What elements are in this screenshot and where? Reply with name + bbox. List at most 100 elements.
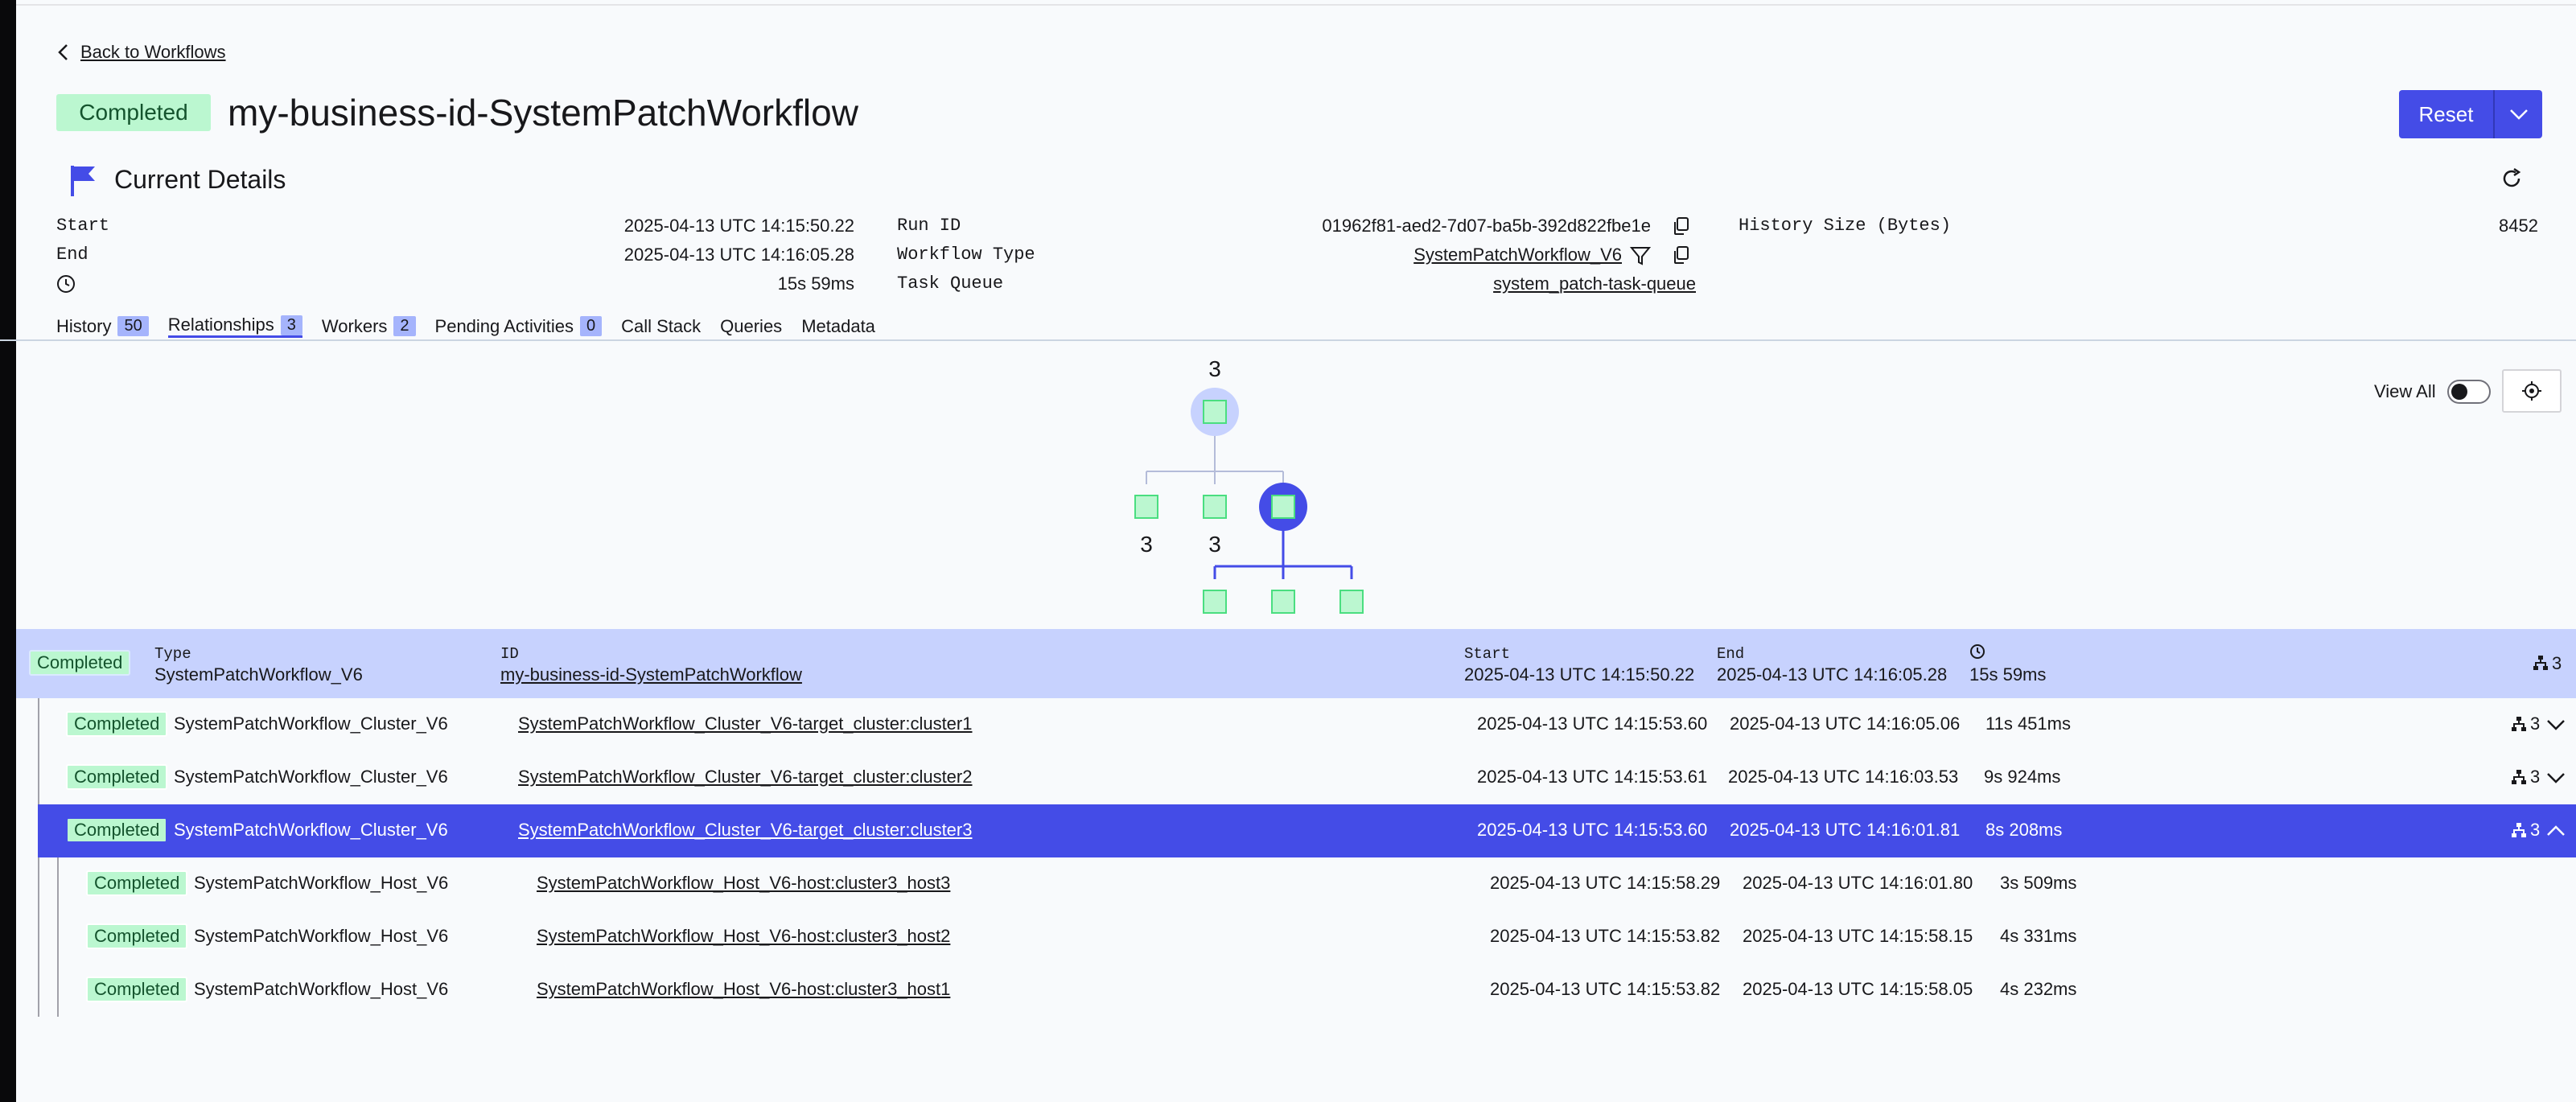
graph-node-host2[interactable] [1271,590,1295,614]
duration-value: 15s 59ms [777,273,854,294]
tab-relationships[interactable]: Relationships 3 [167,315,302,338]
history-size-value: 8452 [2499,216,2538,236]
graph-cluster2-count: 3 [1208,532,1221,557]
filter-icon[interactable] [1630,245,1651,266]
run-id-value: 01962f81-aed2-7d07-ba5b-392d822fbe1e [1322,216,1651,236]
host-end: 2025-04-13 UTC 14:16:01.80 [1743,873,1973,893]
tab-history[interactable]: History 50 [56,315,149,338]
graph-node-cluster2[interactable] [1203,495,1227,519]
start-value: 2025-04-13 UTC 14:15:50.22 [623,216,854,236]
hierarchy-icon [2512,717,2526,731]
back-link-label[interactable]: Back to Workflows [80,42,226,63]
toggle-knob [2450,384,2467,400]
chevron-down-icon[interactable] [2546,772,2566,783]
host-id-link[interactable]: SystemPatchWorkflow_Host_V6-host:cluster… [537,979,950,1000]
root-start: 2025-04-13 UTC 14:15:50.22 [1464,664,1695,685]
task-queue-link[interactable]: system_patch-task-queue [1368,273,1696,294]
current-details-title: Current Details [114,165,286,194]
graph-node-host1[interactable] [1339,590,1364,614]
relationship-graph: 3 3 3 [16,341,2576,629]
run-id-label: Run ID [897,216,961,236]
tab-count: 50 [117,316,149,336]
cluster-type: SystemPatchWorkflow_Cluster_V6 [174,820,448,840]
host-id-link[interactable]: SystemPatchWorkflow_Host_V6-host:cluster… [537,926,950,947]
root-workflow-row[interactable]: Completed Type SystemPatchWorkflow_V6 ID… [16,629,2576,698]
status-badge: Completed [66,817,168,843]
cluster-duration: 8s 208ms [1985,820,2063,840]
host-type: SystemPatchWorkflow_Host_V6 [194,873,449,893]
cluster-children-count: 3 [2530,767,2541,787]
graph-cluster1-count: 3 [1140,532,1153,557]
copy-icon[interactable] [1672,245,1689,265]
tab-label: Call Stack [621,315,702,336]
reset-button-group[interactable]: Reset [2399,90,2542,138]
tab-queries[interactable]: Queries [720,315,782,338]
cluster-children-count: 3 [2530,713,2541,734]
workflow-type-label: Workflow Type [897,245,1035,265]
tab-call-stack[interactable]: Call Stack [621,315,701,338]
hierarchy-icon [2512,770,2526,784]
root-id-link[interactable]: my-business-id-SystemPatchWorkflow [500,664,802,685]
cluster-row-selected[interactable]: Completed SystemPatchWorkflow_Cluster_V6… [38,804,2576,857]
id-label: ID [500,645,519,663]
root-type: SystemPatchWorkflow_V6 [154,664,363,685]
status-badge: Completed [66,764,168,790]
chevron-down-icon [2509,109,2528,120]
tab-pending-activities[interactable]: Pending Activities 0 [435,315,603,338]
host-type: SystemPatchWorkflow_Host_V6 [194,979,449,999]
graph-node-cluster3[interactable] [1271,495,1295,519]
cluster-id-link[interactable]: SystemPatchWorkflow_Cluster_V6-target_cl… [518,767,972,787]
tab-count: 3 [280,315,302,335]
status-badge: Completed [29,650,131,676]
detail-tabs: History 50 Relationships 3 Workers 2 Pendin… [56,315,895,338]
status-badge: Completed [86,977,188,1002]
cluster-id-link[interactable]: SystemPatchWorkflow_Cluster_V6-target_cl… [518,713,972,734]
cluster-id-link[interactable]: SystemPatchWorkflow_Cluster_V6-target_cl… [518,820,972,841]
host-row[interactable]: Completed SystemPatchWorkflow_Host_V6 Sy… [57,857,2576,911]
tab-metadata[interactable]: Metadata [801,315,875,338]
reset-button[interactable]: Reset [2399,102,2493,127]
host-end: 2025-04-13 UTC 14:15:58.05 [1743,979,1973,999]
refresh-icon[interactable] [2500,167,2523,190]
cluster-end: 2025-04-13 UTC 14:16:05.06 [1730,713,1961,734]
host-duration: 3s 509ms [2000,873,2077,893]
chevron-down-icon[interactable] [2546,719,2566,730]
top-divider [16,4,2576,6]
host-id-link[interactable]: SystemPatchWorkflow_Host_V6-host:cluster… [537,873,950,894]
graph-node-root[interactable] [1203,400,1227,424]
tab-workers[interactable]: Workers 2 [322,315,416,338]
cluster-start: 2025-04-13 UTC 14:15:53.60 [1477,820,1708,840]
cluster-children-count: 3 [2530,820,2541,840]
host-row[interactable]: Completed SystemPatchWorkflow_Host_V6 Sy… [57,911,2576,964]
host-end: 2025-04-13 UTC 14:15:58.15 [1743,926,1973,946]
graph-edges [1146,412,1353,579]
host-row[interactable]: Completed SystemPatchWorkflow_Host_V6 Sy… [57,964,2576,1017]
tab-label: Queries [720,315,783,336]
cluster-row[interactable]: Completed SystemPatchWorkflow_Cluster_V6… [38,698,2576,751]
back-to-workflows-link[interactable]: Back to Workflows [56,42,226,63]
cluster-row[interactable]: Completed SystemPatchWorkflow_Cluster_V6… [38,751,2576,804]
host-start: 2025-04-13 UTC 14:15:53.82 [1490,979,1721,999]
view-all-toggle[interactable] [2446,380,2491,404]
host-start: 2025-04-13 UTC 14:15:53.82 [1490,926,1721,946]
chevron-up-icon[interactable] [2546,825,2566,837]
end-value: 2025-04-13 UTC 14:16:05.28 [623,245,854,265]
host-start: 2025-04-13 UTC 14:15:58.29 [1490,873,1721,893]
host-duration: 4s 232ms [2000,979,2077,999]
reset-menu-toggle[interactable] [2495,109,2542,120]
tab-count: 0 [579,316,603,336]
graph-node-cluster1[interactable] [1134,495,1158,519]
copy-icon[interactable] [1672,216,1689,236]
root-children-count: 3 [2552,653,2562,673]
view-all-toggle-group: View All [2374,380,2491,404]
graph-canvas: 3 3 3 [1134,356,1364,614]
workflow-type-link[interactable]: SystemPatchWorkflow_V6 [1287,245,1622,265]
end-label: End [1717,645,1745,663]
host-type: SystemPatchWorkflow_Host_V6 [194,926,449,946]
graph-root-count: 3 [1208,356,1221,381]
task-queue-label: Task Queue [897,273,1004,294]
recenter-button[interactable] [2502,369,2562,413]
hierarchy-icon [2512,823,2526,837]
history-size-label: History Size (Bytes) [1739,216,1952,236]
graph-node-host3[interactable] [1203,590,1227,614]
